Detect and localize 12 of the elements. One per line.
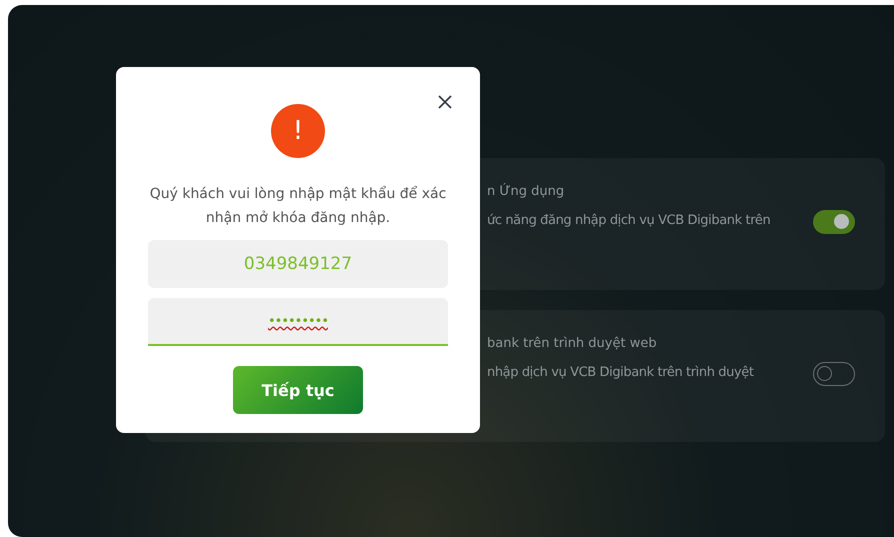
setting-description: ức năng đăng nhập dịch vụ VCB Digibank trên [487, 213, 772, 228]
phone-field[interactable]: 0349849127 [148, 240, 448, 288]
setting-title: n Ứng dụng [487, 184, 566, 199]
toggle-switch[interactable] [813, 362, 855, 386]
setting-title: bank trên trình duyệt web [487, 336, 658, 351]
toggle-switch[interactable] [813, 210, 855, 234]
setting-description: nhập dịch vụ VCB Digibank trên trình duyệt [487, 365, 755, 380]
dialog-message: Quý khách vui lòng nhập mật khẩu để xác nhận mở khóa đăng nhập. [148, 184, 448, 228]
continue-button[interactable]: Tiếp tục [233, 366, 363, 414]
password-field[interactable]: ••••••••• [148, 298, 448, 346]
close-icon[interactable] [438, 95, 452, 109]
warning-icon: ! [271, 104, 325, 158]
